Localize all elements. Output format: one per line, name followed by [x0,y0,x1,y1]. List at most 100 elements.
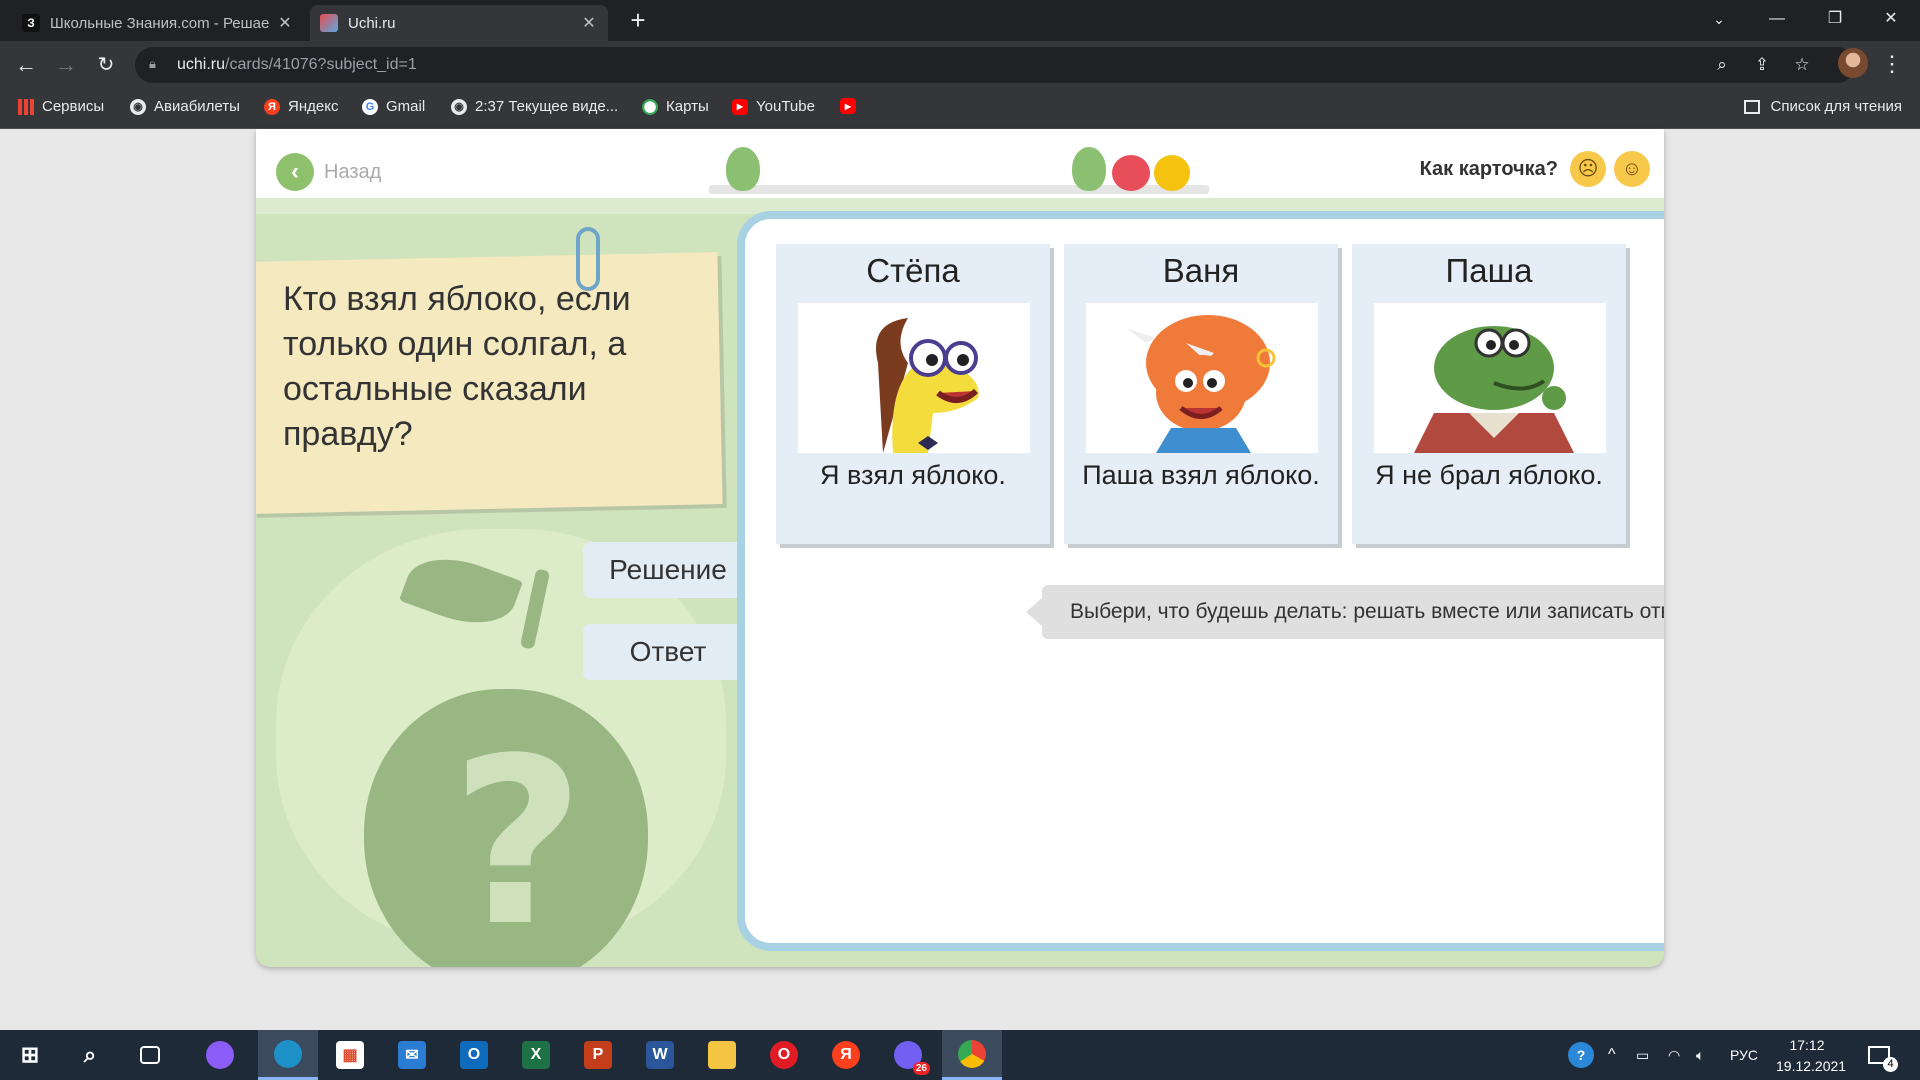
alice-icon [206,1041,234,1069]
close-window-button[interactable]: ✕ [1862,0,1920,38]
bookmark-maps[interactable]: ⬤ Карты [642,98,709,115]
search-icon: ⌕ [83,1042,97,1067]
rate-question: Как карточка? [1419,157,1558,180]
question-text: Кто взял яблоко, если только один солгал… [283,280,631,453]
mail-icon: ✉ [398,1041,426,1069]
character-quote: Я не брал яблоко. [1375,460,1603,490]
taskbar-store[interactable]: ▦ [320,1030,380,1080]
address-bar[interactable]: 🔒︎ uchi.ru/cards/41076?subject_id=1 ⌕ ⇪ … [135,47,1855,83]
card-header: ‹ Назад Как карточка? ☹ ☺ [256,129,1664,198]
taskbar-edge[interactable] [258,1030,318,1080]
hint-bubble: Выбери, что будешь делать: решать вместе… [1026,585,1664,639]
znanija-favicon-icon: З [22,14,40,32]
bookmark-current-video[interactable]: ◉ 2:37 Текущее виде... [451,98,618,115]
input-language[interactable]: РУС [1730,1030,1758,1080]
character-name: Ваня [1162,252,1240,289]
excel-icon: X [522,1041,550,1069]
viber-badge: 26 [912,1062,930,1075]
card-rating: Как карточка? ☹ ☺ [1420,151,1650,187]
bookmark-services[interactable]: Сервисы [18,98,104,115]
search-button[interactable]: ⌕ [60,1030,120,1080]
minimize-button[interactable]: — [1748,0,1806,38]
character-quote: Паша взял яблоко. [1082,460,1320,490]
clock-time: 17:12 [1789,1037,1825,1053]
taskbar-excel[interactable]: X [506,1030,566,1080]
help-icon[interactable]: ? [1568,1030,1594,1080]
back-label: Назад [324,160,382,183]
character-quote: Я взял яблоко. [820,460,1006,490]
tab-title: Школьные Знания.com - Решае [50,14,270,32]
taskbar-alice[interactable] [190,1030,250,1080]
pear-icon [1072,147,1106,191]
outlook-icon: O [460,1041,488,1069]
question-mark-icon: ? [451,710,585,967]
windows-taskbar: ⊞ ⌕ ▦ ✉ O X P W O Я 26 ? ^ ▭ ◠ 🔈︎ РУС 17… [0,1030,1920,1080]
volume-icon[interactable]: 🔈︎ [1696,1030,1704,1080]
reading-list-button[interactable]: Список для чтения [1744,98,1902,115]
tab-title: Uchi.ru [348,14,396,32]
uchi-favicon-icon [320,14,338,32]
bookmarks-bar: Сервисы ◉ Авиабилеты Я Яндекс G Gmail ◉ 2:37… [0,89,1920,129]
taskbar-mail[interactable]: ✉ [382,1030,442,1080]
powerpoint-icon: P [584,1041,612,1069]
bookmark-aviabilety[interactable]: ◉ Авиабилеты [130,98,240,115]
tab-znanija[interactable]: З Школьные Знания.com - Решае ✕ [12,5,304,41]
task-card: ‹ Назад Как карточка? ☹ ☺ Кто взял яблок… [256,129,1664,967]
taskbar-explorer[interactable] [692,1030,752,1080]
taskbar-yandex-browser[interactable]: Я [816,1030,876,1080]
orange-icon [1154,155,1190,191]
profile-avatar[interactable] [1838,48,1868,78]
back-button[interactable]: ‹ Назад [276,153,381,191]
sad-face-icon[interactable]: ☹ [1570,151,1606,187]
store-icon: ▦ [336,1041,364,1069]
apps-grid-icon [18,98,34,115]
vanya-character-image [1086,303,1318,453]
taskbar-powerpoint[interactable]: P [568,1030,628,1080]
solution-button[interactable]: Решение [583,542,753,598]
character-card-vanya: Ваня Паша взял яблоко. [1064,244,1338,544]
tab-uchi[interactable]: Uchi.ru ✕ [310,5,608,41]
yandex-icon: Я [264,98,280,115]
task-view-button[interactable] [120,1030,180,1080]
forward-arrow-icon[interactable]: → [48,47,84,83]
taskbar-opera[interactable]: O [754,1030,814,1080]
clock-date: 19.12.2021 [1776,1058,1847,1074]
notification-icon: 4 [1868,1046,1898,1072]
maps-pin-icon: ⬤ [642,98,658,115]
back-arrow-icon[interactable]: ← [8,47,44,83]
answer-button[interactable]: Ответ [583,624,753,680]
reload-icon[interactable]: ↻ [88,47,124,83]
restore-button[interactable]: ❐ [1806,0,1864,38]
share-icon[interactable]: ⇪ [1750,53,1774,77]
folder-icon [708,1041,736,1069]
clock[interactable]: 17:12 19.12.2021 [1776,1035,1847,1077]
battery-icon[interactable]: ▭ [1636,1030,1649,1080]
bookmark-youtube[interactable]: ▶ YouTube [732,98,815,115]
character-name: Стёпа [866,252,960,289]
character-card-pasha: Паша Я не брал яблоко. [1352,244,1626,544]
start-button[interactable]: ⊞ [0,1030,60,1080]
bookmark-youtube-2[interactable]: ▶ [840,98,864,114]
bookmark-gmail[interactable]: G Gmail [362,98,425,115]
notification-count: 4 [1883,1057,1898,1072]
bookmark-yandex[interactable]: Я Яндекс [264,98,338,115]
new-tab-button[interactable]: + [622,5,654,37]
tab-close-icon[interactable]: ✕ [276,13,294,33]
tab-close-icon[interactable]: ✕ [580,13,598,33]
google-icon: G [362,98,378,115]
reading-list-icon [1744,99,1761,114]
menu-dots-icon[interactable]: ⋮ [1880,47,1904,81]
happy-face-icon[interactable]: ☺ [1614,151,1650,187]
notifications-button[interactable]: 4 [1868,1030,1898,1080]
taskbar-word[interactable]: W [630,1030,690,1080]
taskbar-chrome[interactable] [942,1030,1002,1080]
wifi-icon[interactable]: ◠ [1668,1030,1680,1080]
tray-chevron-up-icon[interactable]: ^ [1608,1030,1616,1080]
taskbar-outlook[interactable]: O [444,1030,504,1080]
taskbar-viber[interactable]: 26 [878,1030,938,1080]
chevron-left-icon: ‹ [276,153,314,191]
zoom-icon[interactable]: ⌕ [1710,53,1734,77]
tab-search-chevron-icon[interactable]: ⌄ [1690,0,1748,38]
globe-icon: ◉ [451,98,467,115]
bookmark-star-icon[interactable]: ☆ [1790,53,1814,77]
